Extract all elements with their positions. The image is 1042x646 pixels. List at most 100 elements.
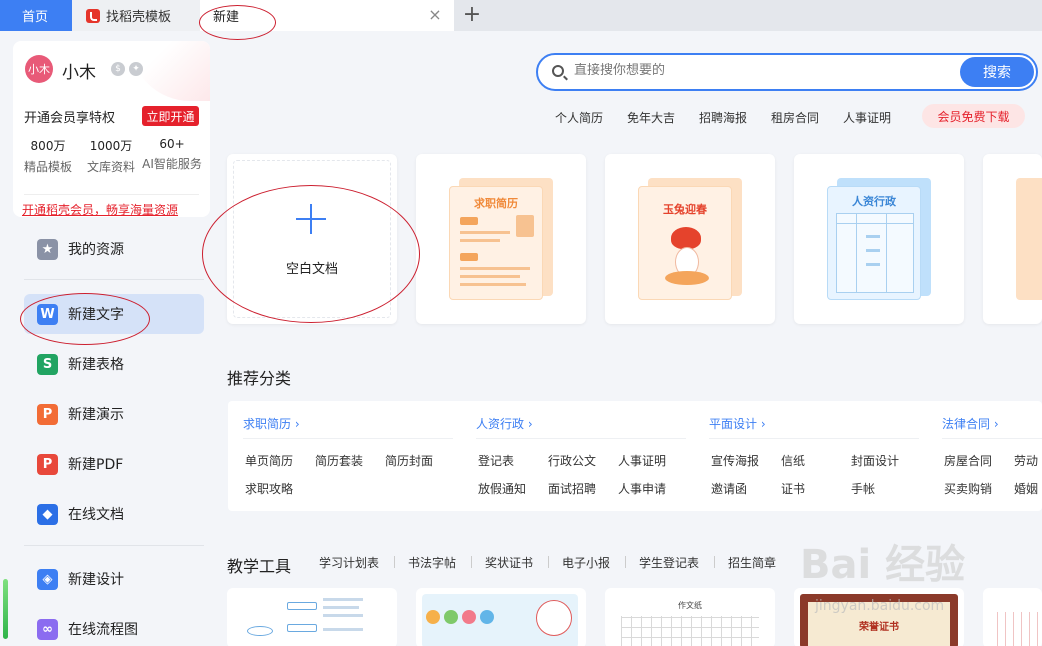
tab-new-label: 新建 <box>213 10 240 25</box>
category-title: 人资行政 <box>476 417 525 431</box>
page-front: 人资行政 <box>827 186 921 300</box>
hot-link[interactable]: 招聘海报 <box>699 109 747 126</box>
stat-label: 文库资料 <box>86 160 135 174</box>
divider <box>471 556 472 568</box>
category-link[interactable]: 简历封面 <box>385 452 433 469</box>
category-link[interactable]: 封面设计 <box>851 452 899 469</box>
template-card-partial[interactable] <box>983 154 1042 324</box>
tool-card-newspaper[interactable] <box>416 588 586 646</box>
category-legal[interactable]: 法律合同 › <box>942 415 999 432</box>
category-link[interactable]: 信纸 <box>781 452 805 469</box>
sidebar-item-new-pdf[interactable]: P 新建PDF <box>24 444 204 484</box>
category-link[interactable]: 买卖购销 <box>944 480 992 497</box>
add-tab-icon[interactable]: + <box>462 4 482 26</box>
vip-card: 小木 小木 $ ✦ 开通会员享特权 立即开通 800万 精品模板 1000万 文… <box>13 41 210 217</box>
category-link[interactable]: 证书 <box>781 480 805 497</box>
stat-number: 800万 <box>30 139 66 153</box>
tool-tab[interactable]: 招生简章 <box>728 554 776 571</box>
tool-tab[interactable]: 学习计划表 <box>319 554 379 571</box>
template-card-hr[interactable]: 人资行政 <box>794 154 964 324</box>
category-link[interactable]: 行政公文 <box>548 452 596 469</box>
lion-head-icon <box>671 227 701 249</box>
tool-tab[interactable]: 学生登记表 <box>639 554 699 571</box>
category-link[interactable]: 邀请函 <box>711 480 747 497</box>
sidebar-item-label: 在线流程图 <box>68 622 138 638</box>
sidebar-item-new-design[interactable]: ◈ 新建设计 <box>24 559 204 599</box>
category-link[interactable]: 人事申请 <box>618 480 666 497</box>
template-card-resume[interactable]: 求职简历 <box>416 154 586 324</box>
search-icon <box>552 65 564 77</box>
sidebar-item-label: 新建表格 <box>68 357 124 373</box>
sidebar-item-my-resources[interactable]: ★ 我的资源 <box>24 229 204 269</box>
divider <box>709 438 919 439</box>
hot-link[interactable]: 租房合同 <box>771 109 819 126</box>
tab-bar: 首页 找稻壳模板 新建 × + <box>0 0 1042 31</box>
tab-new[interactable]: 新建 <box>200 0 454 31</box>
category-link[interactable]: 单页简历 <box>245 452 293 469</box>
page-front: 玉兔迎春 <box>638 186 732 300</box>
avatar[interactable]: 小木 <box>25 55 53 83</box>
sidebar-item-label: 新建文字 <box>68 307 124 323</box>
divider <box>24 279 204 280</box>
category-hr[interactable]: 人资行政 › <box>476 415 533 432</box>
sidebar-item-online-doc[interactable]: ◆ 在线文档 <box>24 494 204 534</box>
divider <box>243 438 453 439</box>
category-link[interactable]: 面试招聘 <box>548 480 596 497</box>
category-graphic[interactable]: 平面设计 › <box>709 415 766 432</box>
rabbit-thumbnail: 玉兔迎春 <box>638 174 742 300</box>
search-button[interactable]: 搜索 <box>960 57 1034 87</box>
category-link[interactable]: 劳动 <box>1014 452 1038 469</box>
category-link[interactable]: 求职攻略 <box>245 480 293 497</box>
category-link[interactable]: 放假通知 <box>478 480 526 497</box>
stat-number: 60+ <box>159 137 185 151</box>
category-link[interactable]: 婚姻 <box>1014 480 1038 497</box>
tool-tab[interactable]: 电子小报 <box>562 554 610 571</box>
sidebar-item-new-sheet[interactable]: S 新建表格 <box>24 344 204 384</box>
docer-logo-icon <box>86 8 100 23</box>
tab-templates[interactable]: 找稻壳模板 <box>72 0 200 31</box>
tool-card-partial[interactable] <box>983 588 1042 646</box>
watermark: Bai 经验 <box>800 542 966 588</box>
username: 小木 <box>62 63 96 83</box>
sidebar-item-label: 新建PDF <box>68 457 124 473</box>
category-link[interactable]: 简历套装 <box>315 452 363 469</box>
category-title: 求职简历 <box>243 417 292 431</box>
sidebar-item-new-slides[interactable]: P 新建演示 <box>24 394 204 434</box>
search-input[interactable] <box>574 63 954 78</box>
card-title: 玉兔迎春 <box>663 203 707 216</box>
hot-link[interactable]: 个人简历 <box>555 109 603 126</box>
tool-tab[interactable]: 书法字帖 <box>408 554 456 571</box>
blank-document-card[interactable]: 空白文档 <box>227 154 397 324</box>
stat-label: AI智能服务 <box>142 157 202 171</box>
sidebar-item-label: 在线文档 <box>68 507 124 523</box>
category-link[interactable]: 手帐 <box>851 480 875 497</box>
sidebar-item-new-word[interactable]: W 新建文字 <box>24 294 204 334</box>
category-panel: 求职简历 › 单页简历 简历套装 简历封面 求职攻略 人资行政 › 登记表 行政… <box>228 401 1042 511</box>
category-link[interactable]: 房屋合同 <box>944 452 992 469</box>
open-vip-button[interactable]: 立即开通 <box>142 106 199 126</box>
scrollbar[interactable] <box>3 579 8 639</box>
close-icon[interactable]: × <box>428 7 442 23</box>
tool-card-composition[interactable]: 作文纸 <box>605 588 775 646</box>
vip-free-download-button[interactable]: 会员免费下载 <box>922 104 1025 128</box>
sidebar-item-label: 新建演示 <box>68 407 124 423</box>
category-resume[interactable]: 求职简历 › <box>243 415 300 432</box>
hot-link[interactable]: 免年大吉 <box>627 109 675 126</box>
tool-card-mindmap[interactable] <box>227 588 397 646</box>
category-link[interactable]: 登记表 <box>478 452 514 469</box>
category-link[interactable]: 人事证明 <box>618 452 666 469</box>
divider <box>394 556 395 568</box>
template-card-rabbit[interactable]: 玉兔迎春 <box>605 154 775 324</box>
category-title: 法律合同 <box>942 417 991 431</box>
tool-tab[interactable]: 奖状证书 <box>485 554 533 571</box>
resume-thumbnail: 求职简历 <box>449 174 553 300</box>
divider <box>714 556 715 568</box>
category-link[interactable]: 宣传海报 <box>711 452 759 469</box>
hot-link[interactable]: 人事证明 <box>843 109 891 126</box>
vip-promo-link[interactable]: 开通稻壳会员，畅享海量资源 <box>22 201 178 217</box>
tab-home[interactable]: 首页 <box>0 0 72 31</box>
stat-number: 1000万 <box>89 139 133 153</box>
sidebar-item-flowchart[interactable]: ∞ 在线流程图 <box>24 609 204 646</box>
tool-card-certificate[interactable]: 荣誉证书 <box>794 588 964 646</box>
divider <box>942 438 1042 439</box>
